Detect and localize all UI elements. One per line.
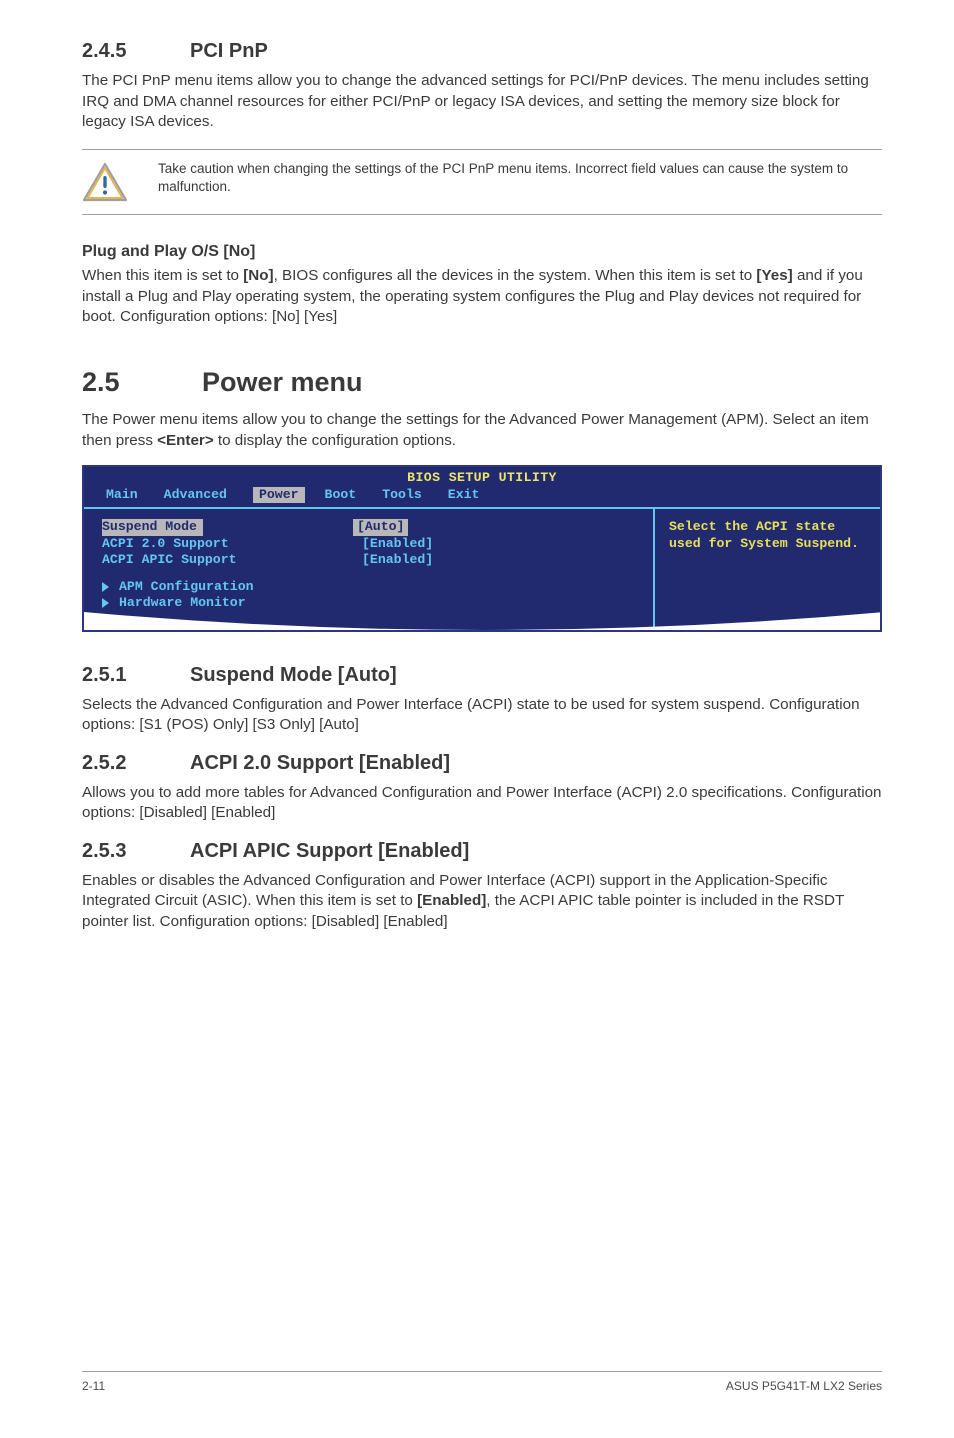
pnp-bold-no: [No] [243,267,273,284]
bios-help-text: Select the ACPI state used for System Su… [669,519,859,551]
footer-product: ASUS P5G41T-M LX2 Series [726,1378,882,1394]
heading-251-number: 2.5.1 [82,662,190,689]
heading-253-title: ACPI APIC Support [Enabled] [190,840,469,862]
paragraph-253: Enables or disables the Advanced Configu… [82,871,882,933]
bios-row-suspend-value: [Auto] [353,519,408,536]
page-footer: 2-11 ASUS P5G41T-M LX2 Series [82,1371,882,1394]
caution-text: Take caution when changing the settings … [158,158,882,196]
bios-submenu-apm-label: APM Configuration [119,579,254,596]
heading-245: 2.4.5PCI PnP [82,38,882,65]
pnp-text-1: When this item is set to [82,267,243,284]
p25-bold: <Enter> [157,432,214,449]
heading-252-number: 2.5.2 [82,750,190,777]
paragraph-plug-and-play: When this item is set to [No], BIOS conf… [82,266,882,328]
bios-row-apic-value: [Enabled] [362,552,433,569]
heading-251-title: Suspend Mode [Auto] [190,664,397,686]
paragraph-251: Selects the Advanced Configuration and P… [82,695,882,736]
bios-submenu-hwmon: Hardware Monitor [102,595,635,612]
bios-row-acpi20: ACPI 2.0 Support [Enabled] [102,536,635,553]
heading-245-number: 2.4.5 [82,38,190,65]
heading-253-number: 2.5.3 [82,838,190,865]
bios-tab-power: Power [253,487,305,504]
bios-tab-boot: Boot [325,487,373,504]
heading-plug-and-play: Plug and Play O/S [No] [82,241,882,263]
heading-25-number: 2.5 [82,364,202,400]
bios-row-suspend: Suspend Mode [Auto] [102,519,635,536]
bios-submenu-apm: APM Configuration [102,579,635,596]
triangle-icon [102,598,109,608]
heading-252: 2.5.2ACPI 2.0 Support [Enabled] [82,750,882,777]
bios-help-pane: Select the ACPI state used for System Su… [655,509,880,630]
bios-row-acpi20-label: ACPI 2.0 Support [102,536,362,553]
heading-252-title: ACPI 2.0 Support [Enabled] [190,752,450,774]
heading-25: 2.5Power menu [82,364,882,400]
bios-tab-tools: Tools [382,487,438,504]
footer-page-number: 2-11 [82,1378,105,1394]
bios-row-acpi20-value: [Enabled] [362,536,433,553]
caution-icon [82,158,128,206]
caution-callout: Take caution when changing the settings … [82,149,882,215]
bios-title: BIOS SETUP UTILITY [84,467,880,487]
pnp-bold-yes: [Yes] [756,267,792,284]
p253-bold: [Enabled] [417,892,486,909]
paragraph-252: Allows you to add more tables for Advanc… [82,783,882,824]
heading-253: 2.5.3ACPI APIC Support [Enabled] [82,838,882,865]
bios-row-suspend-label: Suspend Mode [102,519,203,536]
p25-post: to display the configuration options. [214,432,456,449]
bios-screenshot: BIOS SETUP UTILITY Main Advanced Power B… [82,465,882,632]
bios-row-apic-label: ACPI APIC Support [102,552,362,569]
heading-25-title: Power menu [202,367,363,397]
bios-submenu-hwmon-label: Hardware Monitor [119,595,246,612]
bios-tab-advanced: Advanced [164,487,243,504]
pnp-text-2: , BIOS configures all the devices in the… [274,267,757,284]
bios-row-apic: ACPI APIC Support [Enabled] [102,552,635,569]
paragraph-245: The PCI PnP menu items allow you to chan… [82,71,882,133]
triangle-icon [102,582,109,592]
bios-tab-exit: Exit [448,487,496,504]
bios-left-pane: Suspend Mode [Auto] ACPI 2.0 Support [En… [84,509,655,630]
bios-tab-bar: Main Advanced Power Boot Tools Exit [84,487,880,508]
heading-245-title: PCI PnP [190,40,268,62]
heading-251: 2.5.1Suspend Mode [Auto] [82,662,882,689]
paragraph-25: The Power menu items allow you to change… [82,410,882,451]
bios-tab-main: Main [106,487,154,504]
